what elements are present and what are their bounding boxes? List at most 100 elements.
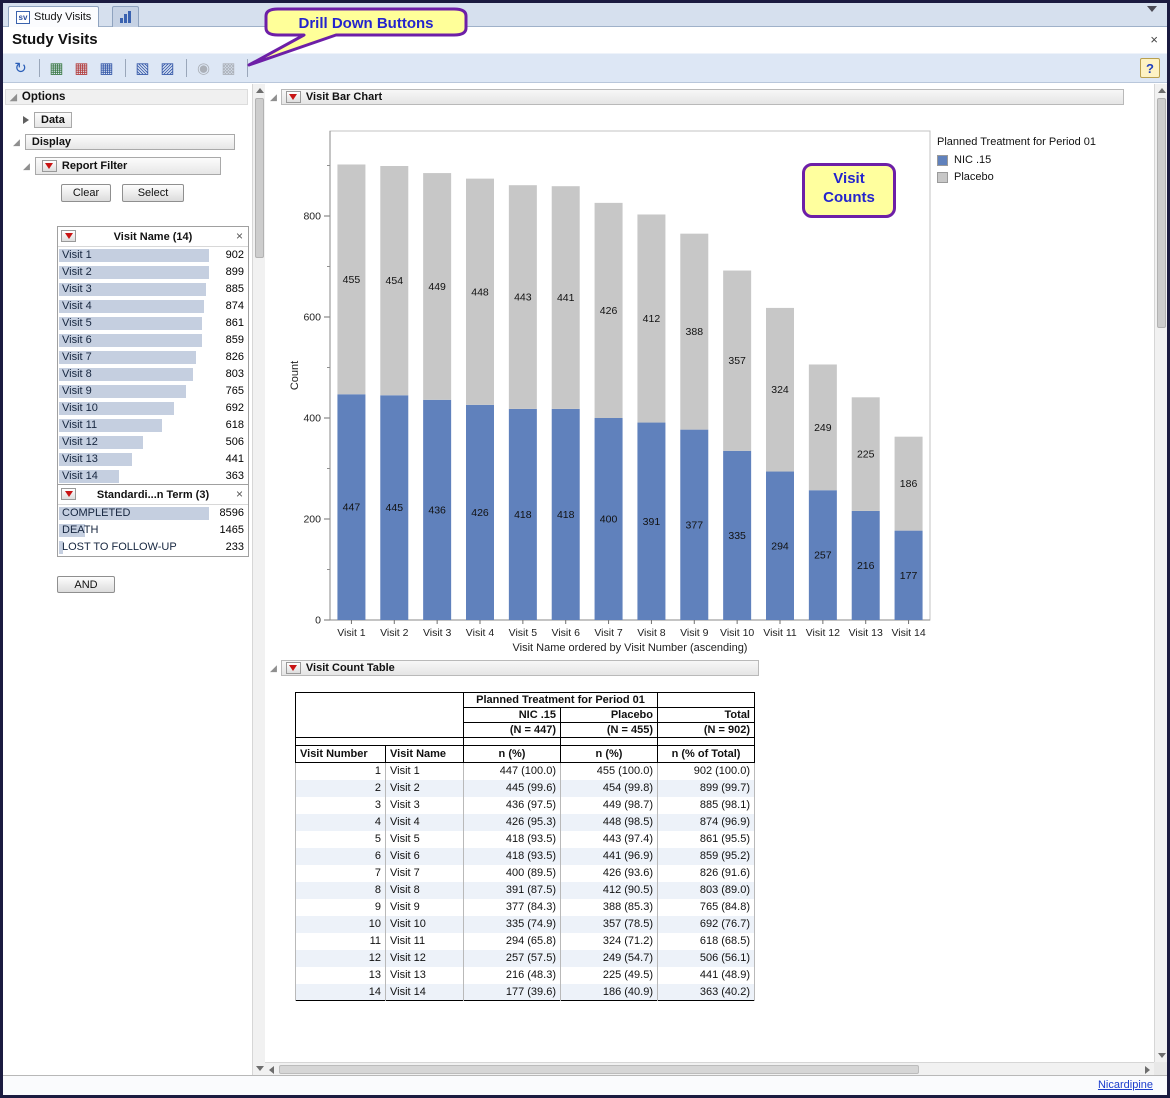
table-cell: 9: [296, 899, 386, 916]
red-triangle-menu-button[interactable]: [286, 662, 301, 674]
x-tick-label[interactable]: Visit 4: [466, 627, 495, 639]
tab-study-visits[interactable]: sv Study Visits: [8, 6, 99, 27]
clear-button[interactable]: Clear: [61, 184, 111, 202]
collapse-triangle-icon[interactable]: ◢: [23, 162, 30, 171]
table-cell: 885 (98.1): [658, 797, 755, 814]
collapse-triangle-icon[interactable]: ◢: [270, 664, 277, 673]
filter-item[interactable]: DEATH1465: [58, 522, 248, 539]
x-tick-label[interactable]: Visit 11: [763, 627, 797, 639]
table-row[interactable]: 10Visit 10335 (74.9)357 (78.5)692 (76.7): [296, 916, 755, 933]
visit-bar-chart-section: ◢ Visit Bar Chart: [270, 89, 1124, 105]
filter-close-icon[interactable]: ×: [236, 229, 243, 243]
table-row[interactable]: 2Visit 2445 (99.6)454 (99.8)899 (99.7): [296, 780, 755, 797]
study-link[interactable]: Nicardipine: [1098, 1079, 1153, 1091]
show-subjects-icon[interactable]: ▨: [156, 57, 179, 80]
filter-item[interactable]: Visit 1902: [58, 247, 248, 264]
bar-value-label: 454: [386, 275, 404, 287]
scroll-up-icon[interactable]: [1155, 84, 1168, 97]
select-button[interactable]: Select: [122, 184, 184, 202]
filter-item[interactable]: Visit 2899: [58, 264, 248, 281]
and-button[interactable]: AND: [57, 576, 115, 593]
report-filter-group[interactable]: ◢ Report Filter: [23, 157, 221, 175]
n-header: (N = 902): [658, 723, 755, 738]
legend-item[interactable]: NIC .15: [937, 154, 1096, 166]
table-row[interactable]: 13Visit 13216 (48.3)225 (49.5)441 (48.9): [296, 967, 755, 984]
table-row[interactable]: 12Visit 12257 (57.5)249 (54.7)506 (56.1): [296, 950, 755, 967]
filter-item[interactable]: Visit 3885: [58, 281, 248, 298]
filter-item[interactable]: Visit 7826: [58, 349, 248, 366]
x-tick-label[interactable]: Visit 3: [423, 627, 452, 639]
scrollbar-thumb[interactable]: [279, 1065, 919, 1074]
table-row[interactable]: 1Visit 1447 (100.0)455 (100.0)902 (100.0…: [296, 763, 755, 780]
main-horizontal-scrollbar[interactable]: [265, 1062, 1154, 1075]
scrollbar-thumb[interactable]: [255, 98, 264, 258]
main-vertical-scrollbar[interactable]: [1154, 84, 1167, 1062]
collapse-triangle-icon[interactable]: ◢: [10, 93, 17, 102]
filter-item[interactable]: LOST TO FOLLOW-UP233: [58, 539, 248, 556]
filter-item[interactable]: Visit 8803: [58, 366, 248, 383]
sidebar-group-display[interactable]: ◢ Display: [13, 134, 235, 150]
table-row[interactable]: 14Visit 14177 (39.6)186 (40.9)363 (40.2): [296, 984, 755, 1001]
table-row[interactable]: 3Visit 3436 (97.5)449 (98.7)885 (98.1): [296, 797, 755, 814]
bar-value-label: 335: [728, 530, 746, 542]
filter-item[interactable]: Visit 12506: [58, 434, 248, 451]
profile-subjects-icon[interactable]: ▧: [131, 57, 154, 80]
open-data-table-icon[interactable]: ▦: [45, 57, 68, 80]
red-triangle-menu-button[interactable]: [42, 160, 57, 172]
expand-triangle-icon[interactable]: [23, 116, 29, 124]
table-row[interactable]: 8Visit 8391 (87.5)412 (90.5)803 (89.0): [296, 882, 755, 899]
tab-menu-arrow-icon[interactable]: [1147, 12, 1157, 24]
filter-item-count: 233: [226, 541, 244, 553]
filter-item[interactable]: COMPLETED8596: [58, 505, 248, 522]
subset-table-icon[interactable]: ▦: [70, 57, 93, 80]
x-tick-label[interactable]: Visit 10: [720, 627, 754, 639]
x-tick-label[interactable]: Visit 1: [337, 627, 366, 639]
close-icon[interactable]: ×: [1150, 33, 1158, 46]
filter-item[interactable]: Visit 13441: [58, 451, 248, 468]
filter-item[interactable]: Visit 10692: [58, 400, 248, 417]
x-tick-label[interactable]: Visit 12: [806, 627, 840, 639]
x-tick-label[interactable]: Visit 2: [380, 627, 409, 639]
sidebar-group-data[interactable]: Data: [23, 112, 72, 128]
x-tick-label[interactable]: Visit 8: [637, 627, 666, 639]
display-group-label[interactable]: Display: [25, 134, 235, 150]
filter-item[interactable]: Visit 6859: [58, 332, 248, 349]
table-row[interactable]: 7Visit 7400 (89.5)426 (93.6)826 (91.6): [296, 865, 755, 882]
filter-item[interactable]: Visit 11618: [58, 417, 248, 434]
red-triangle-menu-button[interactable]: [61, 230, 76, 242]
callout-text: Drill Down Buttons: [299, 15, 434, 32]
table-cell: 441 (96.9): [561, 848, 658, 865]
legend-item[interactable]: Placebo: [937, 171, 1096, 183]
collapse-triangle-icon[interactable]: ◢: [270, 93, 277, 102]
x-tick-label[interactable]: Visit 7: [594, 627, 623, 639]
treatment-header: Total: [658, 708, 755, 723]
filter-close-icon[interactable]: ×: [236, 487, 243, 501]
table-row[interactable]: 11Visit 11294 (65.8)324 (71.2)618 (68.5): [296, 933, 755, 950]
x-tick-label[interactable]: Visit 13: [849, 627, 883, 639]
journal-report-icon[interactable]: ▦: [95, 57, 118, 80]
table-row[interactable]: 9Visit 9377 (84.3)388 (85.3)765 (84.8): [296, 899, 755, 916]
x-tick-label[interactable]: Visit 14: [891, 627, 925, 639]
collapse-triangle-icon[interactable]: ◢: [13, 138, 20, 147]
help-button[interactable]: ?: [1140, 58, 1160, 78]
x-tick-label[interactable]: Visit 9: [680, 627, 709, 639]
x-tick-label[interactable]: Visit 6: [552, 627, 581, 639]
scrollbar-thumb[interactable]: [1157, 98, 1166, 328]
scroll-down-icon[interactable]: [1155, 1049, 1168, 1062]
tab-chart[interactable]: [112, 6, 139, 27]
table-row[interactable]: 4Visit 4426 (95.3)448 (98.5)874 (96.9): [296, 814, 755, 831]
filter-item[interactable]: Visit 14363: [58, 468, 248, 485]
red-triangle-menu-button[interactable]: [61, 488, 76, 500]
data-group-label[interactable]: Data: [34, 112, 72, 128]
filter-item[interactable]: Visit 9765: [58, 383, 248, 400]
red-triangle-menu-button[interactable]: [286, 91, 301, 103]
rerun-report-icon[interactable]: ↻: [9, 57, 32, 80]
x-tick-label[interactable]: Visit 5: [509, 627, 538, 639]
table-row[interactable]: 5Visit 5418 (93.5)443 (97.4)861 (95.5): [296, 831, 755, 848]
filter-item[interactable]: Visit 4874: [58, 298, 248, 315]
table-row[interactable]: 6Visit 6418 (93.5)441 (96.9)859 (95.2): [296, 848, 755, 865]
sidebar-scrollbar[interactable]: [252, 84, 265, 1075]
filter-item[interactable]: Visit 5861: [58, 315, 248, 332]
visit-count-table-section: ◢ Visit Count Table: [270, 660, 759, 676]
table-cell: 363 (40.2): [658, 984, 755, 1001]
